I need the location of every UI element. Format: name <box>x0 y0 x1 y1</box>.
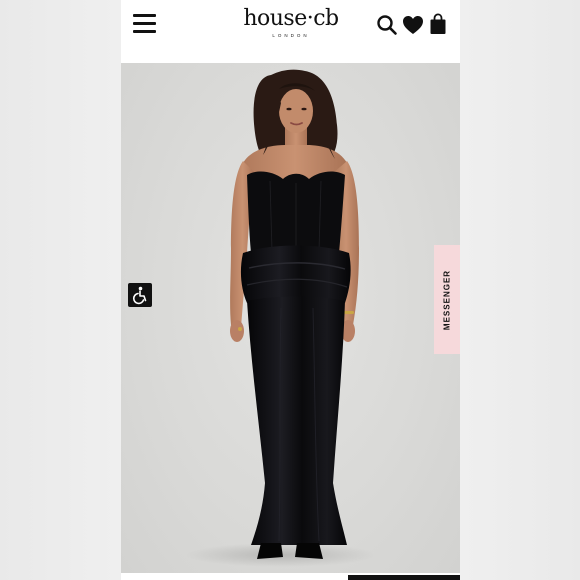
hamburger-menu-icon[interactable] <box>133 12 157 34</box>
messenger-label: MESSENGER <box>442 269 452 330</box>
mobile-page: house·cb LONDON <box>121 0 460 580</box>
messenger-tab[interactable]: MESSENGER <box>434 245 460 354</box>
bottom-cta-bar[interactable] <box>348 575 460 580</box>
brand-name: house·cb <box>243 6 339 31</box>
brand-sublabel: LONDON <box>272 33 310 38</box>
shopping-bag-icon[interactable] <box>429 13 447 40</box>
brand-logo[interactable]: house·cb LONDON <box>237 6 345 42</box>
search-icon[interactable] <box>376 14 398 41</box>
accessibility-wheelchair-icon[interactable] <box>128 283 152 307</box>
site-header: house·cb LONDON <box>121 0 460 63</box>
hero-product-image[interactable] <box>121 63 460 573</box>
model-photo <box>186 69 376 567</box>
screenshot-stage: house·cb LONDON MESSENGER <box>0 0 580 580</box>
heart-icon[interactable] <box>402 15 424 40</box>
